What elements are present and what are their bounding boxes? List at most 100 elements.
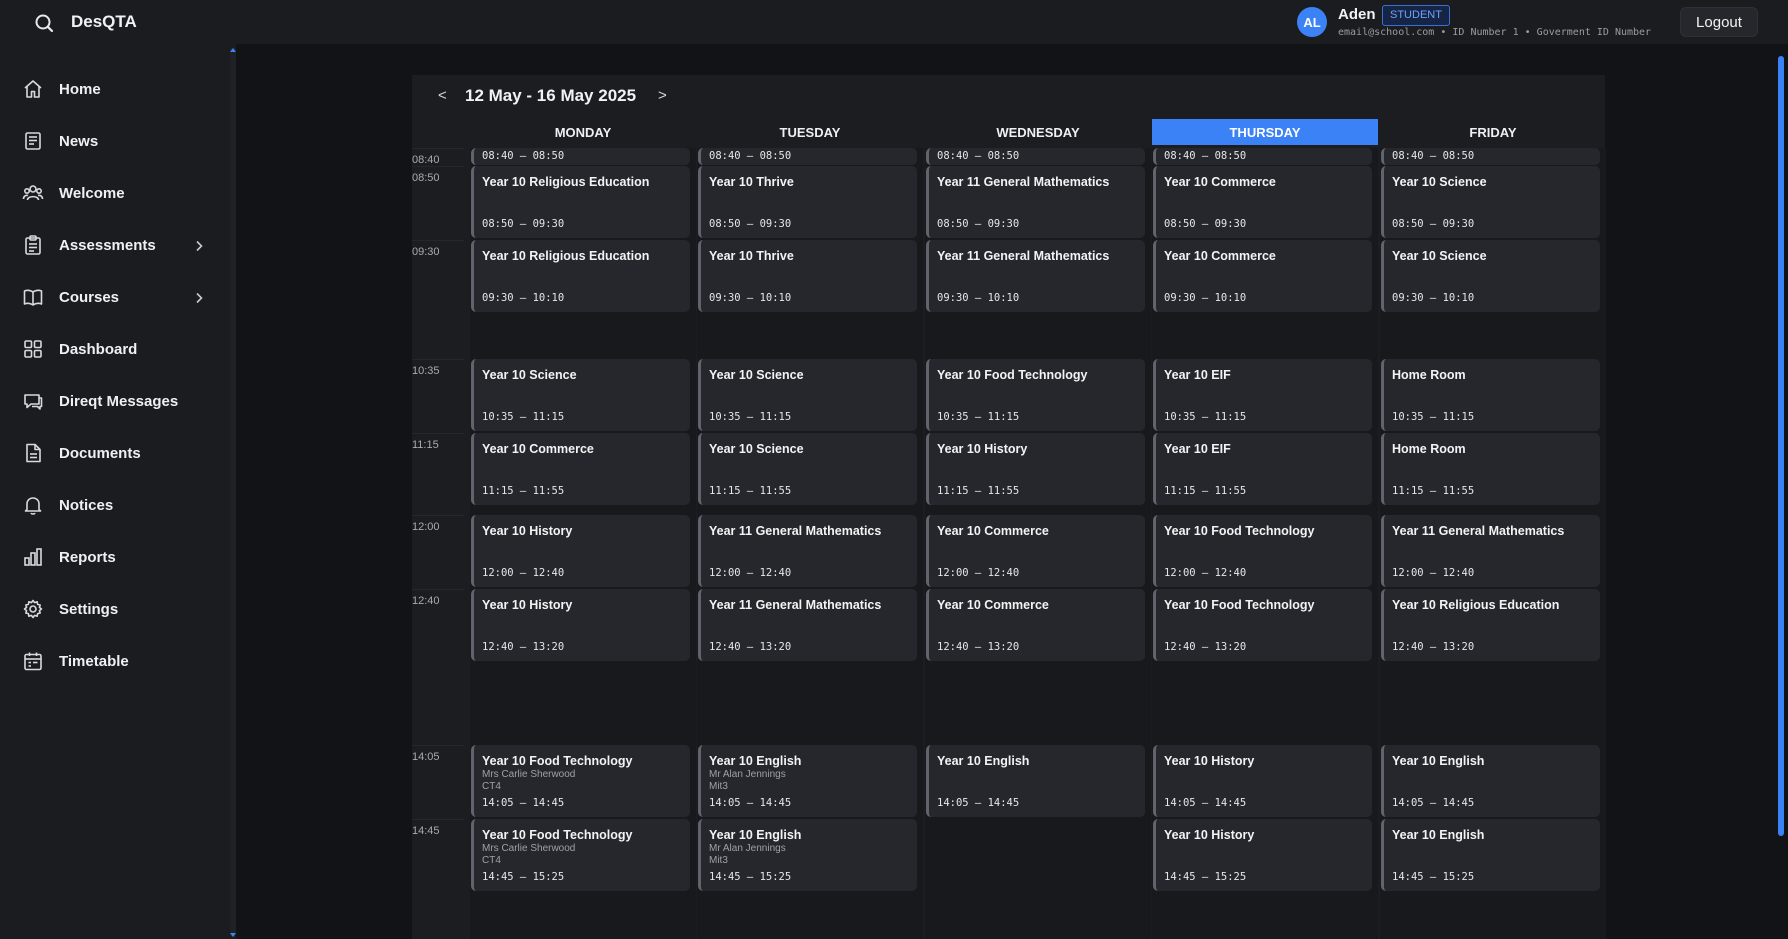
sidebar-item-welcome[interactable]: Welcome [0,171,236,215]
lesson-card[interactable]: Year 10 History 12:00 – 12:40 [471,515,690,587]
lesson-time: 14:45 – 15:25 [1392,871,1475,883]
lesson-time: 09:30 – 10:10 [1164,292,1247,304]
lesson-card[interactable]: Year 11 General Mathematics 12:40 – 13:20 [698,589,917,661]
lesson-card[interactable]: Year 10 Commerce 08:50 – 09:30 [1153,166,1372,238]
lesson-time: 09:30 – 10:10 [1392,292,1475,304]
lesson-card[interactable]: 08:40 – 08:50 [1381,148,1600,165]
sidebar-item-documents[interactable]: Documents [0,431,236,475]
lesson-time: 08:50 – 09:30 [709,218,792,230]
time-gridline [412,166,464,167]
lesson-card[interactable]: Year 10 English 14:05 – 14:45 [1381,745,1600,817]
lesson-card[interactable]: Year 10 Commerce 11:15 – 11:55 [471,433,690,505]
scroll-down-arrow-icon[interactable] [230,933,236,937]
lesson-card[interactable]: Year 10 Food Technology Mrs Carlie Sherwo… [471,819,690,891]
lesson-card[interactable]: Year 10 English 14:05 – 14:45 [926,745,1145,817]
lesson-time: 09:30 – 10:10 [482,292,565,304]
lesson-time: 14:45 – 15:25 [1164,871,1247,883]
lesson-card[interactable]: 08:40 – 08:50 [471,148,690,165]
sidebar-item-timetable[interactable]: Timetable [0,639,236,683]
lesson-time: 14:45 – 15:25 [709,871,792,883]
lesson-title: Year 10 Science [482,368,577,382]
lesson-card[interactable]: Year 10 Food Technology 10:35 – 11:15 [926,359,1145,431]
next-week-button[interactable]: > [658,87,667,104]
lesson-card[interactable]: Year 10 Thrive 08:50 – 09:30 [698,166,917,238]
lesson-card[interactable]: Year 10 English Mr Alan Jennings Mit3 14:45… [698,819,917,891]
scrollbar-thumb[interactable] [1778,56,1784,836]
top-bar: DesQTA AL Aden STUDENT email@school.com … [0,0,1788,44]
lesson-card[interactable]: Year 10 Food Technology 12:00 – 12:40 [1153,515,1372,587]
lesson-card[interactable]: Year 11 General Mathematics 09:30 – 10:10 [926,240,1145,312]
lesson-card[interactable]: Year 10 Commerce 09:30 – 10:10 [1153,240,1372,312]
lesson-card[interactable]: Year 10 Thrive 09:30 – 10:10 [698,240,917,312]
sidebar-item-label: News [59,132,99,150]
sidebar-item-dashboard[interactable]: Dashboard [0,327,236,371]
lesson-card[interactable]: Year 10 Science 11:15 – 11:55 [698,433,917,505]
lesson-card[interactable]: Year 11 General Mathematics 08:50 – 09:30 [926,166,1145,238]
lesson-title: Year 10 Commerce [937,598,1049,612]
book-icon [22,286,44,308]
lesson-card[interactable]: Year 10 History 11:15 – 11:55 [926,433,1145,505]
previous-week-button[interactable]: < [438,87,447,104]
lesson-card[interactable]: Year 10 Religious Education 12:40 – 13:20 [1381,589,1600,661]
sidebar-item-home[interactable]: Home [0,67,236,111]
lesson-title: Year 11 General Mathematics [937,175,1110,189]
lesson-card[interactable]: Year 10 EIF 10:35 – 11:15 [1153,359,1372,431]
avatar[interactable]: AL [1297,7,1327,37]
lesson-card[interactable]: Year 10 Science 09:30 – 10:10 [1381,240,1600,312]
lesson-card[interactable]: Year 11 General Mathematics 12:00 – 12:40 [698,515,917,587]
lesson-card[interactable]: Year 10 History 12:40 – 13:20 [471,589,690,661]
sidebar-item-label: Direqt Messages [59,392,179,410]
sidebar-item-assessments[interactable]: Assessments [0,223,236,267]
lesson-time: 08:50 – 09:30 [482,218,565,230]
lesson-card[interactable]: Year 11 General Mathematics 12:00 – 12:40 [1381,515,1600,587]
lesson-title: Year 10 History [482,598,573,612]
lesson-card[interactable]: Year 10 EIF 11:15 – 11:55 [1153,433,1372,505]
lesson-card[interactable]: 08:40 – 08:50 [926,148,1145,165]
lesson-card[interactable]: Year 10 Science 10:35 – 11:15 [471,359,690,431]
sidebar-item-label: Dashboard [59,340,138,358]
day-header-friday: FRIDAY [1469,124,1517,140]
lesson-card[interactable]: 08:40 – 08:50 [1153,148,1372,165]
scroll-up-arrow-icon[interactable] [230,48,236,52]
sidebar-item-courses[interactable]: Courses [0,275,236,319]
sidebar-item-notices[interactable]: Notices [0,483,236,527]
lesson-time: 12:40 – 13:20 [937,641,1020,653]
sidebar-item-label: Home [59,80,101,98]
lesson-card[interactable]: Year 10 History 14:05 – 14:45 [1153,745,1372,817]
lesson-room: CT4 [482,855,501,866]
lesson-card[interactable]: Year 10 Religious Education 09:30 – 10:10 [471,240,690,312]
lesson-title: Year 10 Commerce [937,524,1049,538]
lesson-card[interactable]: Year 10 English 14:45 – 15:25 [1381,819,1600,891]
sidebar-item-label: Courses [59,288,120,306]
sidebar-item-settings[interactable]: Settings [0,587,236,631]
lesson-card[interactable]: Home Room 10:35 – 11:15 [1381,359,1600,431]
lesson-card[interactable]: Year 10 History 14:45 – 15:25 [1153,819,1372,891]
sidebar-item-reports[interactable]: Reports [0,535,236,579]
lesson-card[interactable]: Year 10 Commerce 12:00 – 12:40 [926,515,1145,587]
lesson-card[interactable]: Year 10 Religious Education 08:50 – 09:30 [471,166,690,238]
lesson-card[interactable]: Year 10 Science 08:50 – 09:30 [1381,166,1600,238]
lesson-card[interactable]: Year 10 Food Technology Mrs Carlie Sherwo… [471,745,690,817]
lesson-time: 12:40 – 13:20 [482,641,565,653]
lesson-card[interactable]: Year 10 English Mr Alan Jennings Mit3 14:05… [698,745,917,817]
people-icon [22,182,44,204]
lesson-time: 12:00 – 12:40 [709,567,792,579]
lesson-card[interactable]: Home Room 11:15 – 11:55 [1381,433,1600,505]
main-scrollbar[interactable] [1778,50,1784,939]
sidebar-item-direqt-messages[interactable]: Direqt Messages [0,379,236,423]
lesson-card[interactable]: Year 10 Food Technology 12:40 – 13:20 [1153,589,1372,661]
logout-button[interactable]: Logout [1680,7,1758,37]
sidebar-scrollbar[interactable] [230,48,236,937]
lesson-time: 12:40 – 13:20 [1164,641,1247,653]
lesson-time: 10:35 – 11:15 [1392,411,1475,423]
calendar-icon [22,650,44,672]
search-icon[interactable] [33,12,55,34]
lesson-card[interactable]: Year 10 Science 10:35 – 11:15 [698,359,917,431]
sidebar-item-news[interactable]: News [0,119,236,163]
lesson-card[interactable]: Year 10 Commerce 12:40 – 13:20 [926,589,1145,661]
lesson-title: Year 10 Commerce [482,442,594,456]
lesson-card[interactable]: 08:40 – 08:50 [698,148,917,165]
sidebar-item-label: Notices [59,496,114,514]
lesson-time: 11:15 – 11:55 [482,485,565,497]
lesson-room: Mit3 [709,855,728,866]
